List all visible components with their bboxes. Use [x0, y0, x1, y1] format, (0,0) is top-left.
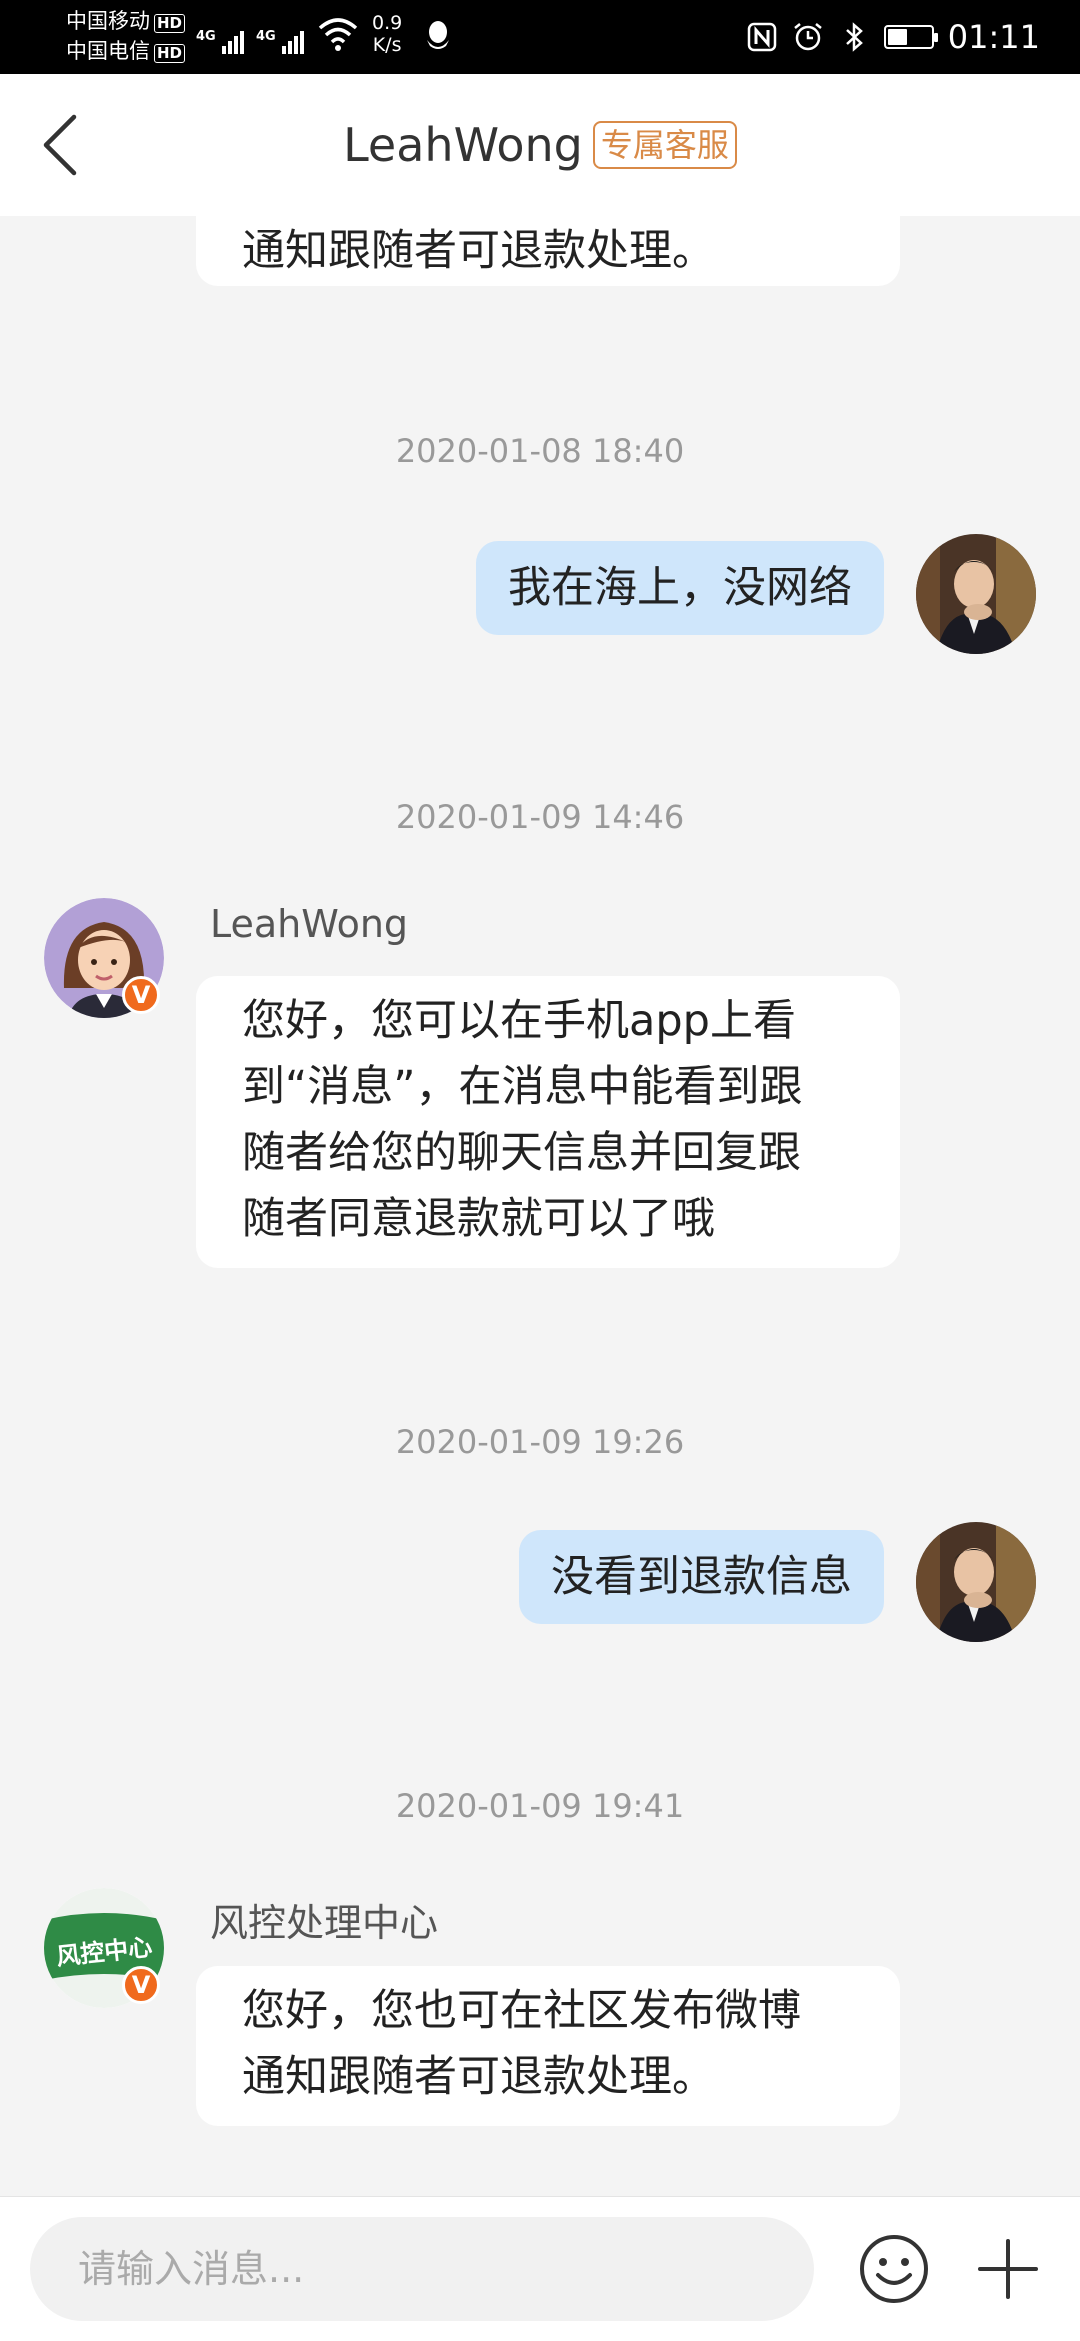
wifi-icon [318, 18, 358, 51]
message-input[interactable] [30, 2217, 814, 2321]
clock: 01:11 [947, 18, 1040, 56]
carrier-2: 中国电信 [66, 39, 150, 63]
timestamp: 2020-01-09 19:41 [395, 1787, 685, 1825]
chat-header: LeahWong 专属客服 [0, 74, 1080, 216]
timestamp: 2020-01-09 19:26 [395, 1423, 685, 1461]
sender-name: 风控处理中心 [210, 1901, 439, 1945]
chat-title: LeahWong [343, 118, 583, 172]
bluetooth-icon [845, 22, 863, 52]
network-type-1: 4G [196, 29, 216, 44]
verified-badge: V [122, 1966, 160, 2004]
input-bar [0, 2196, 1080, 2341]
alarm-icon [794, 23, 822, 51]
carrier-info: 中国移动 HD 中国电信 HD [66, 6, 186, 66]
message-bubble-mine[interactable]: 我在海上，没网络 [476, 541, 884, 635]
my-avatar[interactable] [916, 1522, 1036, 1642]
network-speed: 0.9 K/s [372, 12, 402, 56]
exclusive-service-badge: 专属客服 [592, 121, 737, 169]
battery-fill [887, 29, 907, 45]
hd-badge: HD [154, 14, 186, 33]
carrier-1: 中国移动 [66, 9, 150, 33]
message-list[interactable]: 通知跟随者可退款处理。 2020-01-08 18:40 我在海上，没网络 20… [0, 216, 1080, 2196]
qq-icon [427, 21, 449, 49]
status-right: 01:11 [746, 0, 1040, 74]
signal-icon: 4G 4G [196, 14, 304, 54]
nfc-icon [747, 22, 777, 52]
message-bubble-partial[interactable]: 通知跟随者可退款处理。 [196, 216, 900, 286]
emoji-button[interactable] [858, 2233, 930, 2305]
message-bubble-theirs[interactable]: 您好，您可以在手机app上看 到“消息”，在消息中能看到跟 随者给您的聊天信息并… [196, 976, 900, 1268]
hd-badge: HD [154, 44, 186, 63]
verified-badge: V [122, 976, 160, 1014]
smiley-icon [860, 2235, 928, 2303]
signal-1: 4G [196, 29, 244, 54]
title-wrap: LeahWong 专属客服 [0, 74, 1080, 216]
speed-unit: K/s [372, 34, 402, 56]
timestamp: 2020-01-09 14:46 [395, 798, 685, 836]
message-bubble-theirs[interactable]: 您好，您也可在社区发布微博 通知跟随者可退款处理。 [196, 1966, 900, 2126]
plus-icon [978, 2239, 1038, 2299]
plus-button[interactable] [976, 2233, 1040, 2305]
network-type-2: 4G [256, 29, 276, 44]
sender-name: LeahWong [210, 902, 409, 946]
timestamp: 2020-01-08 18:40 [395, 432, 685, 470]
user-photo-icon [916, 1522, 1036, 1642]
my-avatar[interactable] [916, 534, 1036, 654]
message-bubble-mine[interactable]: 没看到退款信息 [519, 1530, 884, 1624]
user-photo-icon [916, 534, 1036, 654]
signal-2: 4G [256, 29, 304, 54]
status-bar: 中国移动 HD 中国电信 HD 4G 4G 0.9 K/s 01:11 [0, 0, 1080, 74]
battery-icon [883, 25, 938, 49]
speed-value: 0.9 [372, 12, 403, 34]
